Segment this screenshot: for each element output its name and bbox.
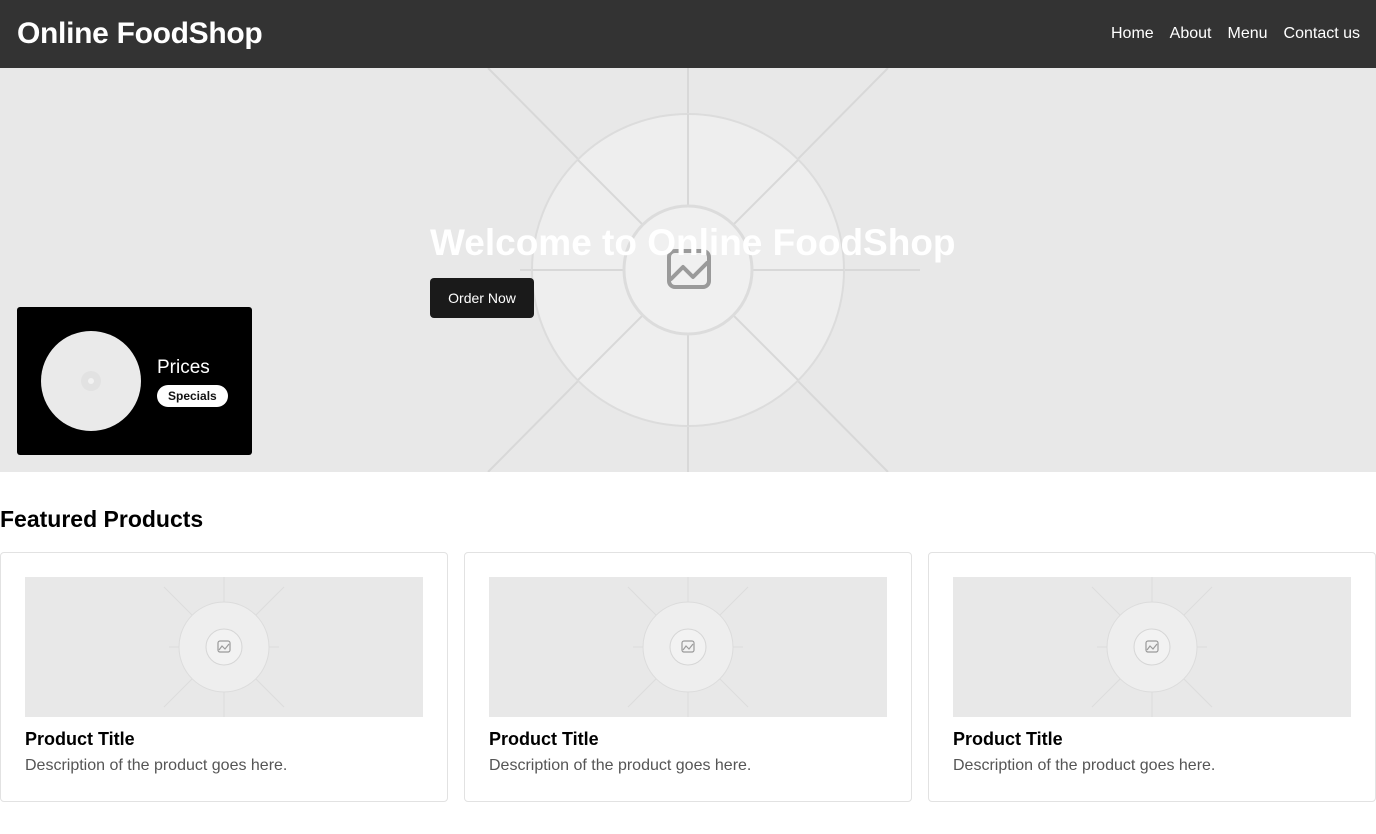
hero-banner: Welcome to Online FoodShop Order Now Pri… <box>0 68 1376 472</box>
product-card[interactable]: Product Title Description of the product… <box>928 552 1376 802</box>
product-description: Description of the product goes here. <box>489 757 752 774</box>
featured-products-list: Product Title Description of the product… <box>0 552 1376 802</box>
brand-logo[interactable]: Online FoodShop <box>17 17 263 51</box>
product-card[interactable]: Product Title Description of the product… <box>464 552 912 802</box>
product-description: Description of the product goes here. <box>953 757 1216 774</box>
main-nav: Home About Menu Contact us <box>1111 25 1360 43</box>
promo-label: Prices <box>157 357 210 378</box>
product-card[interactable]: Product Title Description of the product… <box>0 552 448 802</box>
promo-avatar <box>41 331 141 431</box>
nav-menu-link[interactable]: Menu <box>1227 25 1267 43</box>
product-image-placeholder <box>953 577 1351 717</box>
product-title: Product Title <box>953 729 1063 749</box>
promo-card[interactable]: Prices Specials <box>17 307 252 455</box>
product-image-placeholder <box>25 577 423 717</box>
product-title: Product Title <box>489 729 599 749</box>
order-now-button[interactable]: Order Now <box>430 278 534 318</box>
featured-products-title: Featured Products <box>0 506 204 532</box>
product-image-placeholder <box>489 577 887 717</box>
hero-title: Welcome to Online FoodShop <box>430 222 956 263</box>
product-description: Description of the product goes here. <box>25 757 288 774</box>
nav-contact-link[interactable]: Contact us <box>1284 25 1360 43</box>
nav-home-link[interactable]: Home <box>1111 25 1154 43</box>
nav-about-link[interactable]: About <box>1170 25 1212 43</box>
product-title: Product Title <box>25 729 135 749</box>
specials-badge[interactable]: Specials <box>157 385 228 407</box>
navbar: Online FoodShop Home About Menu Contact … <box>0 0 1376 68</box>
